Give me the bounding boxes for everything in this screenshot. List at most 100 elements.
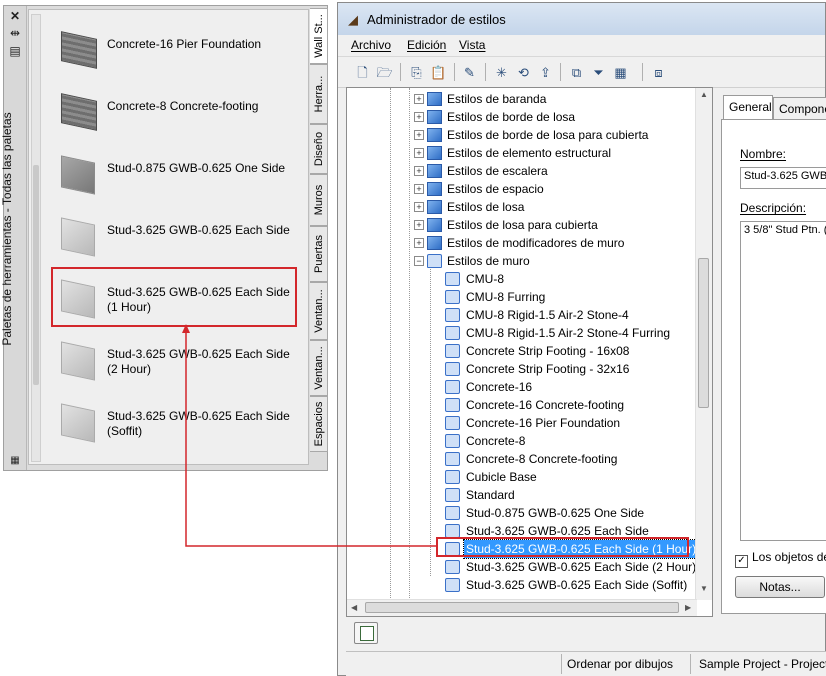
- window-titlebar[interactable]: ◢ Administrador de estilos: [338, 3, 825, 35]
- tool-stud-3625-each-side-2-hour[interactable]: Stud-3.625 GWB-0.625 Each Side (2 Hour): [43, 329, 307, 389]
- palette-menu-icon[interactable]: ▦: [7, 454, 23, 468]
- slab-edge-style-icon: [427, 110, 442, 124]
- tab-general[interactable]: General: [723, 95, 773, 120]
- toggle-view-icon[interactable]: ⧉: [568, 64, 585, 81]
- tool-stud-3625-each-side[interactable]: Stud-3.625 GWB-0.625 Each Side: [43, 205, 307, 265]
- wall-style-icon: [445, 452, 460, 466]
- checkbox[interactable]: ✓: [735, 555, 748, 568]
- scroll-down-icon[interactable]: ▼: [700, 584, 708, 593]
- wall-style-icon: [445, 344, 460, 358]
- expand-icon[interactable]: +: [414, 184, 424, 194]
- description-label: Descripción:: [740, 201, 807, 215]
- tree-horizontal-scrollbar[interactable]: ◀ ▶: [347, 599, 697, 616]
- help-icon[interactable]: ⧈: [650, 64, 667, 81]
- name-label: Nombre:: [740, 147, 787, 161]
- wall-style-icon: [445, 290, 460, 304]
- stud-wall-icon: [61, 279, 95, 319]
- objects-checkbox-row[interactable]: ✓ Los objetos de: [735, 550, 826, 568]
- tool-concrete-8-concrete-footing[interactable]: Concrete-8 Concrete-footing: [43, 81, 307, 141]
- filter-icon[interactable]: ⏷: [590, 64, 607, 81]
- stair-style-icon: [427, 164, 442, 178]
- stud-wall-icon: [61, 155, 95, 195]
- general-tab-body: Nombre: Stud-3.625 GWB-0.625 Each Side (…: [721, 119, 826, 614]
- scroll-right-icon[interactable]: ▶: [685, 603, 691, 612]
- roof-slab-edge-style-icon: [427, 128, 442, 142]
- tool-label: Stud-3.625 GWB-0.625 Each Side: [107, 223, 290, 237]
- style-manager-window: ◢ Administrador de estilos Archivo Edici…: [337, 2, 826, 676]
- expand-icon[interactable]: +: [414, 220, 424, 230]
- collapse-icon[interactable]: −: [414, 256, 424, 266]
- expand-icon[interactable]: +: [414, 166, 424, 176]
- open-drawing-icon[interactable]: 🗁: [376, 64, 393, 81]
- set-from-icon[interactable]: ⇪: [537, 64, 554, 81]
- tool-label: Concrete-16 Pier Foundation: [107, 37, 262, 51]
- menu-archivo[interactable]: Archivo: [351, 38, 391, 52]
- stud-wall-icon: [61, 217, 95, 257]
- status-project: Sample Project - Project: [699, 657, 826, 671]
- tool-stud-3625-each-side-1-hour[interactable]: Stud-3.625 GWB-0.625 Each Side (1 Hour): [51, 267, 297, 327]
- stud-wall-icon: [61, 403, 95, 443]
- purge-icon[interactable]: ⟲: [515, 64, 532, 81]
- wall-style-icon: [445, 272, 460, 286]
- tab-ventanas[interactable]: Ventan...: [310, 282, 328, 340]
- expand-icon[interactable]: +: [414, 130, 424, 140]
- tab-wall-styles[interactable]: Wall St...: [310, 8, 328, 64]
- expand-icon[interactable]: +: [414, 202, 424, 212]
- scroll-up-icon[interactable]: ▲: [700, 90, 708, 99]
- stud-wall-icon: [61, 341, 95, 381]
- tool-stud-3625-each-side-soffit[interactable]: Stud-3.625 GWB-0.625 Each Side (Soffit): [43, 391, 307, 451]
- wall-style-icon: [445, 578, 460, 592]
- toggle-preview-button[interactable]: [354, 622, 378, 644]
- roof-slab-style-icon: [427, 218, 442, 232]
- new-drawing-icon[interactable]: 🗋: [354, 64, 371, 81]
- palette-scrollbar[interactable]: [31, 14, 41, 462]
- wall-style-icon: [445, 380, 460, 394]
- expand-icon[interactable]: +: [414, 148, 424, 158]
- expand-icon[interactable]: +: [414, 112, 424, 122]
- new-style-icon[interactable]: ✳: [493, 64, 510, 81]
- description-field[interactable]: 3 5/8" Stud Ptn. (: [740, 221, 826, 541]
- wall-style-icon: [445, 326, 460, 340]
- toolbar: 🗋 🗁 ⎘ 📋 ✎ ✳ ⟲ ⇪ ⧉ ⏷ ▦ ⧈: [338, 57, 825, 88]
- palette-title: Paletas de herramientas - Todas las pale…: [0, 111, 14, 346]
- tab-components[interactable]: Componen: [773, 97, 826, 119]
- wall-style-icon: [445, 416, 460, 430]
- wall-style-icon: [445, 506, 460, 520]
- scroll-left-icon[interactable]: ◀: [351, 603, 357, 612]
- notes-button[interactable]: Notas...: [735, 576, 825, 598]
- view-options-icon[interactable]: ▦: [612, 64, 629, 81]
- structural-member-style-icon: [427, 146, 442, 160]
- name-field[interactable]: Stud-3.625 GWB-0.625 Each Side (1 Hour): [740, 167, 826, 189]
- window-title: Administrador de estilos: [367, 12, 506, 27]
- menu-edicion[interactable]: Edición: [407, 38, 446, 52]
- edit-style-icon[interactable]: ✎: [461, 64, 478, 81]
- expand-icon[interactable]: +: [414, 238, 424, 248]
- status-sort: Ordenar por dibujos: [567, 657, 674, 671]
- concrete-wall-icon: [61, 93, 97, 131]
- tab-herramientas[interactable]: Herra...: [310, 64, 328, 124]
- wall-style-icon: [445, 434, 460, 448]
- tab-muros[interactable]: Muros: [310, 174, 328, 226]
- expand-icon[interactable]: +: [414, 94, 424, 104]
- style-manager-icon: ◢: [348, 12, 358, 27]
- menu-vista[interactable]: Vista: [459, 38, 485, 52]
- highlight-box: [436, 537, 689, 557]
- tab-diseno[interactable]: Diseño: [310, 124, 328, 174]
- tool-label: Stud-3.625 GWB-0.625 Each Side (1 Hour): [107, 285, 290, 314]
- tab-ventanas-2[interactable]: Ventan...: [310, 340, 328, 396]
- menu-bar: Archivo Edición Vista: [338, 36, 825, 57]
- tool-concrete-16-pier-foundation[interactable]: Concrete-16 Pier Foundation: [43, 19, 307, 79]
- style-properties-pane: General Componen Nombre: Stud-3.625 GWB-…: [717, 89, 826, 617]
- palette-titlebar[interactable]: ✕ ⇹ ▤ Paletas de herramientas - Todas la…: [0, 6, 27, 470]
- tool-label: Stud-3.625 GWB-0.625 Each Side (2 Hour): [107, 347, 290, 376]
- tab-espacios[interactable]: Espacios: [310, 396, 328, 452]
- wall-modifier-style-icon: [427, 236, 442, 250]
- paste-icon[interactable]: 📋: [430, 64, 447, 81]
- tree-vertical-scrollbar[interactable]: ▲ ▼: [695, 88, 712, 600]
- tab-puertas[interactable]: Puertas: [310, 226, 328, 282]
- tool-stud-0875-one-side[interactable]: Stud-0.875 GWB-0.625 One Side: [43, 143, 307, 203]
- wall-style-icon: [445, 560, 460, 574]
- copy-icon[interactable]: ⎘: [408, 64, 425, 81]
- tool-label: Stud-0.875 GWB-0.625 One Side: [107, 161, 286, 175]
- palette-content: Concrete-16 Pier Foundation Concrete-8 C…: [28, 9, 309, 465]
